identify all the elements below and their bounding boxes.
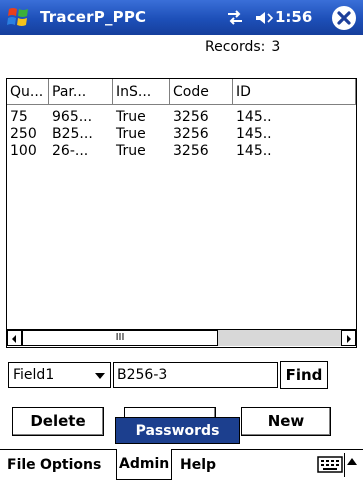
field-select-value: Field1 [13,367,55,383]
table-cell: 100 [10,143,37,159]
connectivity-icon[interactable] [226,9,244,26]
table-cell: 3256 [173,126,209,142]
search-input[interactable]: B256-3 [113,362,278,388]
scroll-left-button[interactable] [7,330,22,346]
table-cell: 145.. [236,109,272,125]
table-cell: 3256 [173,143,209,159]
menu-admin[interactable]: Admin [116,449,173,480]
clock[interactable]: 1:56 [275,8,312,26]
menu-help[interactable]: Help [180,450,216,480]
table-row[interactable]: 75 965... True 3256 145.. [7,109,356,126]
menu-separator [344,453,345,477]
records-count: Records: 3 [205,39,280,55]
menu-bar: File Options Admin Help [0,449,363,480]
table-cell: B25... [52,126,93,142]
scroll-right-button[interactable] [341,330,356,346]
table-cell: 26-... [52,143,89,159]
scroll-track[interactable] [218,330,341,346]
table-cell: 75 [10,109,28,125]
table-cell: 3256 [173,109,209,125]
menu-item-passwords[interactable]: Passwords [115,417,240,444]
menu-file[interactable]: File [7,450,36,480]
scroll-thumb[interactable]: III [22,330,218,346]
table-cell: True [116,126,146,142]
column-header-instock[interactable]: InS... [113,79,170,105]
close-button[interactable] [332,6,356,30]
app-title: TracerP_PPC [40,8,147,26]
title-bar: TracerP_PPC 1:56 [0,0,363,35]
delete-button[interactable]: Delete [12,407,104,436]
table-cell: 965... [52,109,93,125]
horizontal-scrollbar[interactable]: III [7,329,356,347]
grid-header: Qu... Par... InS... Code ID [7,79,356,105]
table-cell: True [116,109,146,125]
field-select[interactable]: Field1 [8,362,111,388]
table-cell: 145.. [236,143,272,159]
table-row[interactable]: 100 26-... True 3256 145.. [7,143,356,160]
column-header-id[interactable]: ID [233,79,356,105]
data-grid[interactable]: Qu... Par... InS... Code ID 75 965... Tr… [6,78,357,348]
find-button[interactable]: Find [280,361,328,389]
chevron-down-icon[interactable] [95,373,105,379]
records-label: Records: [205,39,266,55]
table-cell: 250 [10,126,37,142]
triangle-right-icon [347,335,351,343]
triangle-left-icon [12,335,16,343]
close-icon [337,11,351,25]
new-button[interactable]: New [241,407,331,436]
column-header-part[interactable]: Par... [49,79,113,105]
column-header-code[interactable]: Code [170,79,233,105]
table-row[interactable]: 250 B25... True 3256 145.. [7,126,356,143]
records-value: 3 [271,39,281,55]
table-cell: 145.. [236,126,272,142]
column-header-quantity[interactable]: Qu... [7,79,49,105]
speaker-icon[interactable] [254,10,274,26]
grip-icon: III [115,332,125,343]
table-cell: True [116,143,146,159]
windows-flag-icon[interactable] [6,5,32,30]
triangle-up-icon[interactable] [347,458,357,465]
menu-options[interactable]: Options [40,450,101,480]
keyboard-icon[interactable] [317,456,343,473]
